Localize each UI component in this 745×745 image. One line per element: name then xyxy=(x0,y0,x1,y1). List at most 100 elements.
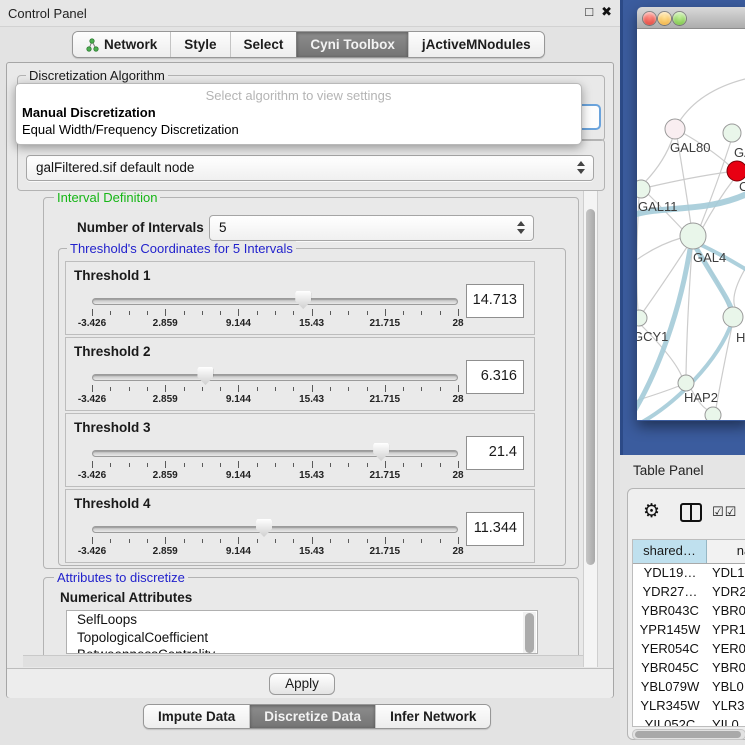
slider-track[interactable] xyxy=(92,298,458,305)
table-panel-body: ⚙ ☑☑ shared… na YDL19…YDL1YDR27…YDR2YBR0… xyxy=(627,488,745,740)
table-horizontal-scrollbar[interactable] xyxy=(632,729,745,740)
network-node[interactable] xyxy=(723,307,743,327)
table-row[interactable]: YDL19…YDL1 xyxy=(633,564,745,583)
close-traffic-light-icon[interactable] xyxy=(643,12,656,25)
network-node[interactable] xyxy=(680,223,706,249)
threshold-row: Threshold 3-3.4262.8599.14415.4321.71528… xyxy=(65,413,535,487)
network-node[interactable] xyxy=(665,119,685,139)
slider-track[interactable] xyxy=(92,374,458,381)
slider-thumb[interactable] xyxy=(256,519,272,537)
table-row[interactable]: YER054CYER0 xyxy=(633,640,745,659)
list-scrollbar[interactable] xyxy=(523,612,536,654)
table-data-group: Table Data galFiltered.sif default node xyxy=(17,139,605,191)
cyni-toolbox-panel: Discretization Algorithm Select algorith… xyxy=(6,62,614,698)
table-scrollbar-thumb[interactable] xyxy=(635,731,741,738)
number-of-intervals-combobox[interactable]: 5 xyxy=(209,215,534,241)
network-edge xyxy=(645,137,673,182)
minimize-traffic-light-icon[interactable] xyxy=(658,12,671,25)
table-row[interactable]: YIL052CYIL0 xyxy=(633,716,745,727)
apply-button[interactable]: Apply xyxy=(269,673,335,695)
node-label: GAL80 xyxy=(670,140,710,155)
tab-impute-data[interactable]: Impute Data xyxy=(144,705,249,728)
network-node[interactable] xyxy=(727,161,745,181)
cell-name: YPR1 xyxy=(707,621,745,640)
attributes-group-title: Attributes to discretize xyxy=(54,570,188,585)
tab-style[interactable]: Style xyxy=(170,32,229,57)
discretization-algorithm-title: Discretization Algorithm xyxy=(26,68,168,83)
threshold-value-field[interactable]: 11.344 xyxy=(466,512,524,546)
column-header-shared-name[interactable]: shared… xyxy=(633,540,707,563)
attribute-item[interactable]: TopologicalCoefficient xyxy=(67,629,537,647)
node-label: H xyxy=(736,330,745,345)
tab-select[interactable]: Select xyxy=(230,32,297,57)
tab-jactivemnodules[interactable]: jActiveMNodules xyxy=(408,32,544,57)
interval-definition-group: Interval Definition Number of Intervals … xyxy=(43,197,579,569)
table-row[interactable]: YPR145WYPR1 xyxy=(633,621,745,640)
table-row[interactable]: YBR043CYBR0 xyxy=(633,602,745,621)
window-title: Control Panel xyxy=(8,6,87,21)
network-node[interactable] xyxy=(637,180,650,198)
network-canvas[interactable]: GAL80GACGAL11GAL4GCY1HHAP2 xyxy=(637,29,745,420)
table-row[interactable]: YLR345WYLR3 xyxy=(633,697,745,716)
threshold-value-field[interactable]: 6.316 xyxy=(466,360,524,394)
table-row[interactable]: YBR045CYBR0 xyxy=(633,659,745,678)
threshold-value-field[interactable]: 21.4 xyxy=(466,436,524,470)
column-header-name[interactable]: na xyxy=(707,540,745,563)
table-row[interactable]: YBL079WYBL0 xyxy=(633,678,745,697)
cell-name: YLR3 xyxy=(707,697,745,716)
slider-thumb[interactable] xyxy=(197,367,213,385)
numerical-attributes-label: Numerical Attributes xyxy=(60,590,192,605)
settings-scroll-area: Interval Definition Number of Intervals … xyxy=(23,191,583,667)
threshold-label: Threshold 1 xyxy=(74,268,151,283)
table-data-combobox[interactable]: galFiltered.sif default node xyxy=(26,155,594,181)
cell-shared-name: YDL19… xyxy=(633,564,707,583)
algorithm-placeholder: Select algorithm to view settings xyxy=(16,88,581,103)
settings-vertical-scrollbar[interactable] xyxy=(583,191,598,667)
slider-thumb[interactable] xyxy=(295,291,311,309)
attribute-item[interactable]: SelfLoops xyxy=(67,611,537,629)
node-table: shared… na YDL19…YDL1YDR27…YDR2YBR043CYB… xyxy=(632,539,745,727)
attribute-item[interactable]: BetweennessCentrality xyxy=(67,646,537,654)
gear-icon[interactable]: ⚙ xyxy=(643,500,660,523)
threshold-value-field[interactable]: 14.713 xyxy=(466,284,524,318)
threshold-row: Threshold 4-3.4262.8599.14415.4321.71528… xyxy=(65,489,535,563)
network-node[interactable] xyxy=(723,124,741,142)
network-node[interactable] xyxy=(705,407,721,420)
slider-track[interactable] xyxy=(92,526,458,533)
thresholds-group-title: Threshold's Coordinates for 5 Intervals xyxy=(67,241,296,256)
network-window-titlebar[interactable] xyxy=(637,7,745,29)
network-edge xyxy=(637,238,681,261)
network-node[interactable] xyxy=(678,375,694,391)
number-of-intervals-value: 5 xyxy=(219,220,227,235)
select-columns-icon[interactable]: ☑☑ xyxy=(712,504,737,520)
settings-scrollbar-thumb[interactable] xyxy=(586,209,595,565)
table-row[interactable]: YDR27…YDR2 xyxy=(633,583,745,602)
cell-name: YBR0 xyxy=(707,659,745,678)
close-window-icon[interactable]: ✖ xyxy=(601,4,612,20)
table-rows: YDL19…YDL1YDR27…YDR2YBR043CYBR0YPR145WYP… xyxy=(633,564,745,727)
float-window-icon[interactable]: □ xyxy=(585,4,593,20)
horizontal-scrollbar-track[interactable] xyxy=(23,655,583,667)
tab-discretize-data[interactable]: Discretize Data xyxy=(249,705,375,728)
algorithm-option-equal-width[interactable]: Equal Width/Frequency Discretization xyxy=(22,122,239,137)
split-columns-icon[interactable] xyxy=(680,503,702,522)
tab-network[interactable]: Network xyxy=(73,32,170,57)
tab-cyni-toolbox[interactable]: Cyni Toolbox xyxy=(296,32,408,57)
network-node[interactable] xyxy=(637,310,647,326)
cell-shared-name: YLR345W xyxy=(633,697,707,716)
thresholds-group: Threshold's Coordinates for 5 Intervals … xyxy=(58,248,566,566)
tab-network-label: Network xyxy=(104,37,157,52)
slider-thumb[interactable] xyxy=(373,443,389,461)
tab-infer-network[interactable]: Infer Network xyxy=(375,705,490,728)
cell-name: YDL1 xyxy=(707,564,745,583)
slider-track[interactable] xyxy=(92,450,458,457)
zoom-traffic-light-icon[interactable] xyxy=(673,12,686,25)
table-panel: Table Panel ⚙ ☑☑ shared… na YDL19…YDL1YD… xyxy=(620,455,745,745)
list-scrollbar-thumb[interactable] xyxy=(525,613,534,653)
algorithm-option-manual[interactable]: Manual Discretization xyxy=(22,105,156,120)
control-panel-tabs: Network Style Select Cyni Toolbox jActiv… xyxy=(72,31,545,58)
node-label: GCY1 xyxy=(637,329,668,344)
cell-shared-name: YER054C xyxy=(633,640,707,659)
interval-definition-title: Interval Definition xyxy=(54,191,160,205)
cell-shared-name: YBL079W xyxy=(633,678,707,697)
